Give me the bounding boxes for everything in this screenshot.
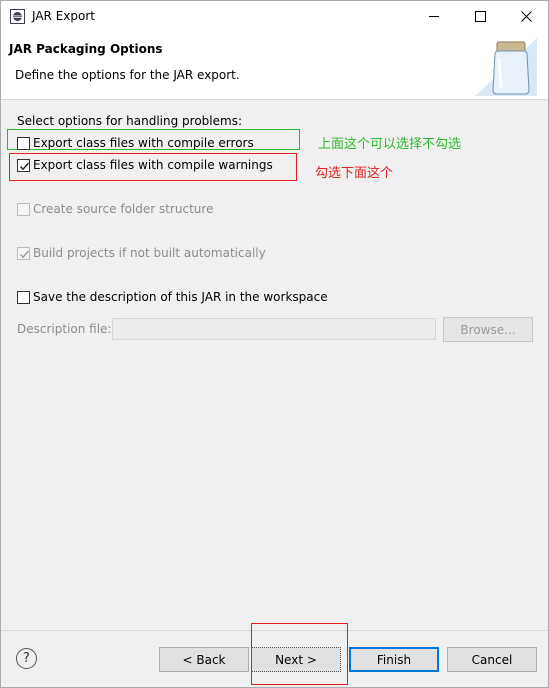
checkmark-icon bbox=[19, 250, 30, 259]
export-warnings-checkbox[interactable] bbox=[17, 159, 30, 172]
annotation-note-green: 上面这个可以选择不勾选 bbox=[318, 137, 462, 152]
build-projects-checkbox[interactable] bbox=[17, 247, 30, 260]
close-button[interactable] bbox=[503, 1, 549, 32]
header-separator bbox=[1, 99, 548, 100]
cancel-button[interactable]: Cancel bbox=[447, 647, 537, 672]
jar-icon bbox=[475, 38, 537, 96]
description-file-label: Description file: bbox=[17, 322, 112, 336]
minimize-button[interactable] bbox=[411, 1, 457, 32]
back-button[interactable]: < Back bbox=[159, 647, 249, 672]
maximize-icon bbox=[474, 11, 486, 22]
save-description-checkbox[interactable] bbox=[17, 291, 30, 304]
page-title: JAR Packaging Options bbox=[9, 42, 163, 56]
annotation-note-red: 勾选下面这个 bbox=[315, 166, 394, 181]
next-highlight-box bbox=[251, 623, 348, 685]
browse-button[interactable]: Browse... bbox=[443, 317, 533, 342]
create-source-folder-label: Create source folder structure bbox=[33, 202, 214, 216]
wizard-header: JAR Packaging Options Define the options… bbox=[1, 32, 548, 99]
close-icon bbox=[520, 11, 532, 22]
create-source-folder-checkbox[interactable] bbox=[17, 203, 30, 216]
export-errors-checkbox[interactable] bbox=[17, 137, 30, 150]
jar-export-dialog: JAR Export JAR Packaging Options Define … bbox=[0, 0, 549, 688]
help-icon[interactable]: ? bbox=[16, 648, 37, 669]
finish-button[interactable]: Finish bbox=[349, 647, 439, 672]
export-errors-label: Export class files with compile errors bbox=[33, 136, 254, 150]
maximize-button[interactable] bbox=[457, 1, 503, 32]
checkmark-icon bbox=[19, 162, 30, 171]
minimize-icon bbox=[428, 16, 439, 17]
build-projects-label: Build projects if not built automaticall… bbox=[33, 246, 266, 260]
description-file-input[interactable] bbox=[112, 318, 436, 340]
save-description-label: Save the description of this JAR in the … bbox=[33, 290, 328, 304]
problems-section-label: Select options for handling problems: bbox=[17, 114, 242, 128]
title-bar: JAR Export bbox=[1, 1, 548, 32]
window-title: JAR Export bbox=[32, 9, 95, 23]
page-description: Define the options for the JAR export. bbox=[15, 68, 240, 82]
eclipse-app-icon bbox=[10, 9, 25, 24]
export-warnings-label: Export class files with compile warnings bbox=[33, 158, 273, 172]
